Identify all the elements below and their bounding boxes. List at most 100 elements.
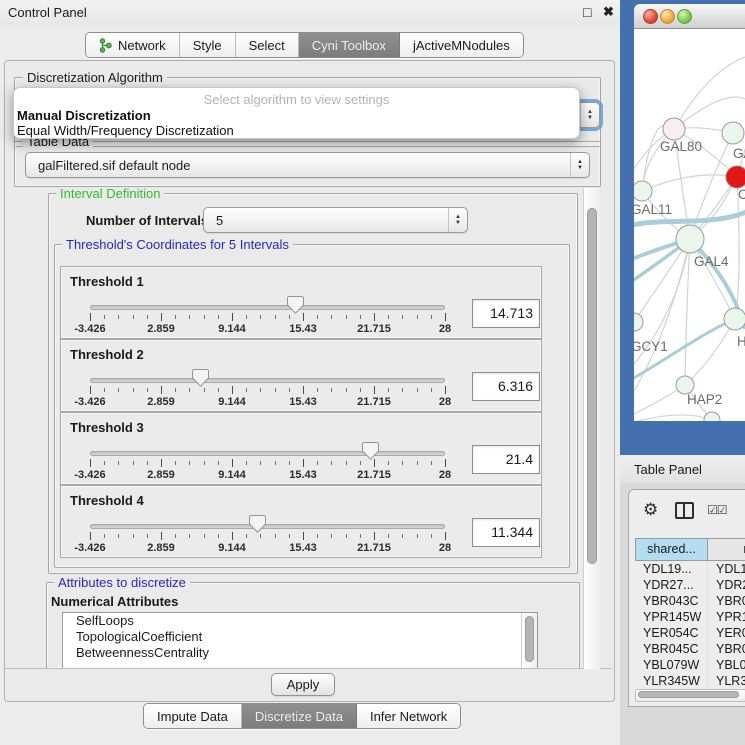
threshold-panel: Threshold 4 -3.426 2.859 9.144 15.43 21.… (60, 485, 542, 558)
slider-track[interactable] (90, 305, 445, 310)
panel-scrollbar-thumb[interactable] (587, 208, 597, 564)
node-label: GCY1 (634, 339, 668, 354)
slider-track[interactable] (90, 451, 445, 456)
tab-impute-data[interactable]: Impute Data (144, 704, 242, 728)
tab-label: Discretize Data (255, 709, 343, 724)
column-header-name[interactable]: name (708, 539, 745, 560)
table-panel: ⚙ ☑☑ shared... name YDL19...YDL19... YDR… (620, 483, 745, 745)
slider-thumb[interactable] (362, 442, 379, 460)
threshold-value-field[interactable]: 21.4 (472, 445, 540, 474)
list-scrollbar[interactable] (521, 613, 537, 668)
tab-discretize-data[interactable]: Discretize Data (242, 704, 357, 728)
tab-infer-network[interactable]: Infer Network (357, 704, 460, 728)
table-row[interactable]: YLR345WYLR345W (635, 673, 745, 689)
minimize-traffic-light[interactable] (660, 9, 675, 24)
tab-network[interactable]: Network (86, 33, 180, 57)
table-horizontal-scrollbar[interactable] (635, 689, 745, 702)
table-panel-inner: ⚙ ☑☑ shared... name YDL19...YDL19... YDR… (628, 489, 745, 707)
slider-track[interactable] (90, 378, 445, 383)
select-columns-icon[interactable]: ☑☑ (707, 503, 727, 517)
list-item[interactable]: BetweennessCentrality (63, 645, 537, 661)
table-row[interactable]: YDR27...YDR27... (635, 577, 745, 593)
table-row[interactable]: YDL19...YDL19... (635, 561, 745, 577)
tab-label: Network (118, 38, 166, 53)
float-window-icon[interactable]: □ (583, 4, 591, 20)
tab-cyni-toolbox[interactable]: Cyni Toolbox (299, 33, 400, 57)
threshold-slider[interactable]: -3.426 2.859 9.144 15.43 21.715 28 (90, 486, 445, 557)
apply-button[interactable]: Apply (271, 673, 335, 696)
popup-placeholder-item[interactable]: Select algorithm to view settings (14, 88, 579, 108)
list-scrollbar-thumb[interactable] (525, 616, 534, 662)
threshold-value-field[interactable]: 6.316 (472, 372, 540, 401)
combo-stepper-icon: ▲▼ (570, 153, 589, 177)
panel-scrollbar[interactable] (583, 188, 600, 669)
table-data-combobox[interactable]: galFiltered.sif default node ▲▼ (25, 152, 590, 178)
node-gal4[interactable] (676, 225, 704, 253)
network-icon (99, 38, 112, 53)
slider-ticks (90, 459, 445, 468)
threshold-panel: Threshold 2 -3.426 2.859 9.144 15.43 21.… (60, 339, 542, 412)
table-row[interactable]: YBL079WYBL079W (635, 657, 745, 673)
column-header-shared-name[interactable]: shared... (636, 539, 708, 560)
threshold-slider[interactable]: -3.426 2.859 9.144 15.43 21.715 28 (90, 340, 445, 411)
node-label: GAL80 (660, 139, 702, 154)
slider-thumb[interactable] (249, 515, 266, 533)
table-row[interactable]: YPR145WYPR145W (635, 609, 745, 625)
threshold-value-field[interactable]: 14.713 (472, 299, 540, 328)
thresholds-group-label: Threshold's Coordinates for 5 Intervals (62, 238, 293, 251)
zoom-traffic-light[interactable] (677, 9, 692, 24)
network-canvas[interactable]: GAL80 GA C GAL11 GAL4 GCY1 H HAP2 (634, 29, 745, 421)
tab-label: Impute Data (157, 709, 228, 724)
screen: Control Panel □ ✖ Network Style Select C… (0, 0, 745, 745)
tab-select[interactable]: Select (236, 33, 299, 57)
number-of-intervals-value: 5 (204, 213, 448, 228)
node-table[interactable]: shared... name YDL19...YDL19... YDR27...… (635, 538, 745, 689)
bottom-tab-bar: Impute Data Discretize Data Infer Networ… (143, 703, 461, 729)
table-panel-titlebar: Table Panel (620, 455, 745, 483)
number-of-intervals-combobox[interactable]: 5 ▲▼ (203, 207, 468, 233)
cyni-toolbox-panel: Discretization Algorithm ▲▼ Table Data g… (4, 60, 615, 702)
table-toolbar: ⚙ ☑☑ (629, 490, 745, 532)
node[interactable] (722, 122, 744, 144)
interval-definition-label: Interval Definition (56, 187, 164, 200)
list-item[interactable]: TopologicalCoefficient (63, 629, 537, 645)
threshold-slider[interactable]: -3.426 2.859 9.144 15.43 21.715 28 (90, 413, 445, 484)
threshold-value-field[interactable]: 11.344 (472, 518, 540, 547)
table-row[interactable]: YER054CYER054C (635, 625, 745, 641)
tab-style[interactable]: Style (180, 33, 236, 57)
numerical-attributes-list[interactable]: SelfLoops TopologicalCoefficient Between… (62, 612, 538, 669)
slider-ticks (90, 386, 445, 395)
slider-thumb[interactable] (287, 296, 304, 314)
tab-label: Cyni Toolbox (312, 38, 386, 53)
divider (5, 668, 612, 669)
list-item[interactable]: SelfLoops (63, 613, 537, 629)
tab-label: Style (193, 38, 222, 53)
slider-tick-labels: -3.426 2.859 9.144 15.43 21.715 28 (90, 323, 445, 335)
slider-tick-labels: -3.426 2.859 9.144 15.43 21.715 28 (90, 542, 445, 554)
table-scrollbar-thumb[interactable] (638, 691, 739, 698)
threshold-slider[interactable]: -3.426 2.859 9.144 15.43 21.715 28 (90, 267, 445, 338)
slider-track[interactable] (90, 524, 445, 529)
table-row[interactable]: YBR045CYBR045C (635, 641, 745, 657)
popup-item-equal-width-frequency[interactable]: Equal Width/Frequency Discretization (14, 123, 579, 138)
slider-thumb[interactable] (192, 369, 209, 387)
close-traffic-light[interactable] (643, 9, 658, 24)
node-gcy1[interactable] (634, 313, 643, 331)
node-selected-red[interactable] (726, 166, 745, 188)
panel-title: Control Panel (8, 5, 87, 20)
gear-icon[interactable]: ⚙ (643, 500, 658, 520)
node-label: HAP2 (687, 392, 722, 407)
control-panel: Control Panel □ ✖ Network Style Select C… (0, 0, 620, 745)
table-row[interactable]: YBR043CYBR043C (635, 593, 745, 609)
node-gal80[interactable] (663, 118, 685, 140)
control-panel-titlebar: Control Panel □ ✖ (0, 0, 620, 26)
network-graph: GAL80 GA C GAL11 GAL4 GCY1 H HAP2 (634, 29, 745, 421)
slider-tick-labels: -3.426 2.859 9.144 15.43 21.715 28 (90, 396, 445, 408)
node-gal11[interactable] (634, 181, 652, 201)
node[interactable] (724, 308, 745, 330)
close-icon[interactable]: ✖ (603, 4, 614, 20)
slider-tick-labels: -3.426 2.859 9.144 15.43 21.715 28 (90, 469, 445, 481)
columns-icon[interactable] (675, 502, 694, 519)
tab-jactivemnodules[interactable]: jActiveMNodules (400, 33, 523, 57)
popup-item-manual-discretization[interactable]: Manual Discretization (14, 108, 579, 123)
